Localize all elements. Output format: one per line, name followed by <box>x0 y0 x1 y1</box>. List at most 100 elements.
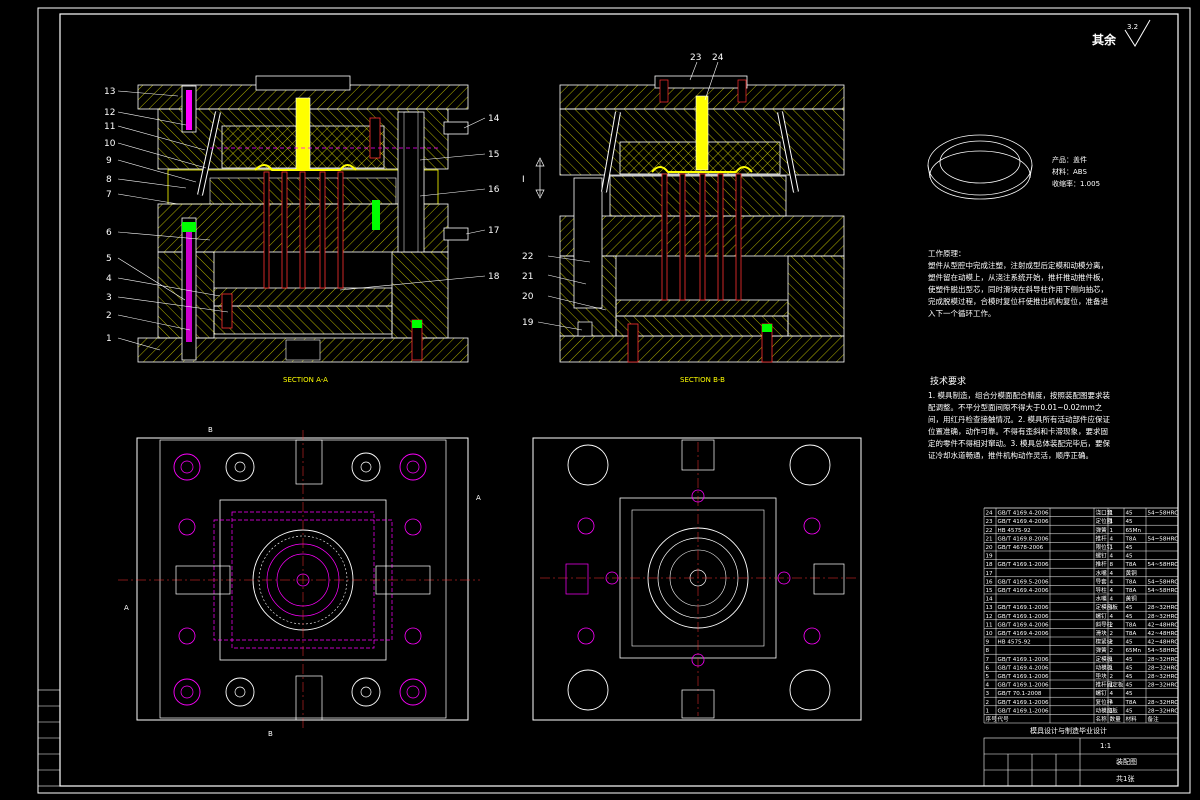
work-principle: 工作原理： 塑件从型腔中完成注塑，注射成型后定模和动模分离，塑件留在动模上，从浇… <box>928 248 1108 320</box>
bom-cell: GB/T 4169.8-2006 <box>998 536 1050 542</box>
bom-cell: 45 <box>1126 554 1134 560</box>
bom-cell: GB/T 4169.1-2006 <box>998 674 1050 680</box>
section-b-view <box>559 75 845 363</box>
svg-text:23: 23 <box>690 53 701 63</box>
bom-cell: 8 <box>986 648 990 654</box>
bom-cell: 动模座板 <box>1096 706 1119 714</box>
bom-cell: GB/T 4169.1-2006 <box>998 683 1050 689</box>
title-drawing: 装配图 <box>1116 757 1137 766</box>
section-a-title: SECTION A-A <box>283 376 328 384</box>
svg-text:24: 24 <box>712 53 724 63</box>
product-material: 材料：ABS <box>1052 167 1087 176</box>
bom-cell: 3 <box>986 691 990 697</box>
bom-cell: GB/T 4169.4-2006 <box>998 665 1050 671</box>
bom-cell: 20 <box>986 545 994 551</box>
cut-marks-left: B B A A <box>124 426 481 738</box>
bom-cell: 定模座板 <box>1096 603 1119 611</box>
bom-cell: 1 <box>1110 511 1114 517</box>
bom-cell: 4 <box>986 683 990 689</box>
bom-header-cell: 备注 <box>1148 715 1160 723</box>
tech-text: 1. 模具制造，组合分模面配合精度，按照装配图要求装配调整。不平分型面间隙不得大… <box>928 391 1111 460</box>
bom-cell: GB/T 4169.1-2006 <box>998 708 1050 714</box>
bom-cell: 12 <box>986 614 993 620</box>
bom-cell: 8 <box>1110 562 1114 568</box>
bom-cell: GB/T 4169.1-2006 <box>998 614 1050 620</box>
svg-text:B: B <box>268 730 273 738</box>
bom-cell: 65Mn <box>1126 648 1142 654</box>
svg-text:15: 15 <box>488 150 499 160</box>
direction-mark: I <box>522 157 545 199</box>
bom-cell: 28~32HRC <box>1148 657 1179 663</box>
bom-cell: GB/T 4169.1-2006 <box>998 605 1050 611</box>
roughness-label: 其余 <box>1092 32 1117 47</box>
bom-cell: 2 <box>1110 648 1114 654</box>
bom-cell: 54~58HRC <box>1148 588 1179 594</box>
bom-cell: 2 <box>986 700 990 706</box>
bom-cell: T8A <box>1125 588 1137 594</box>
bom-cell: 螺钉 <box>1096 612 1108 620</box>
svg-text:6: 6 <box>106 228 112 238</box>
bom-cell: 42~48HRC <box>1148 631 1179 637</box>
svg-text:A: A <box>124 604 129 612</box>
bom-cell: T8A <box>1125 631 1137 637</box>
bom-cell: 16 <box>986 579 994 585</box>
bom-cell: HB 4575-92 <box>998 640 1031 646</box>
bom-cell: T8A <box>1125 700 1137 706</box>
bom-cell: 螺钉 <box>1096 689 1108 697</box>
bom-header-cell: 数量 <box>1110 715 1122 723</box>
bom-cell: 45 <box>1126 640 1134 646</box>
bom-cell: 45 <box>1126 665 1134 671</box>
bom-cell: 15 <box>986 588 994 594</box>
bom-header-cell: 序号 <box>986 715 998 723</box>
bom-cell: GB/T 4169.1-2006 <box>998 657 1050 663</box>
bom-cell: 螺钉 <box>1096 552 1108 560</box>
bom-cell: 1 <box>1110 683 1114 689</box>
bom-cell: 45 <box>1126 511 1134 517</box>
bom-cell: 54~58HRC <box>1148 648 1179 654</box>
bom-cell: 2 <box>1110 674 1114 680</box>
product-sketch <box>927 134 1033 200</box>
bom-cell: 11 <box>986 622 994 628</box>
svg-text:18: 18 <box>488 272 500 282</box>
bom-cell: 45 <box>1126 614 1134 620</box>
bom-cell: 2 <box>1110 640 1114 646</box>
svg-text:12: 12 <box>104 108 115 118</box>
bom-cell: HB 4575-92 <box>998 528 1031 534</box>
svg-text:2: 2 <box>106 311 112 321</box>
bom-cell: 24 <box>986 511 994 517</box>
svg-text:3: 3 <box>106 293 112 303</box>
bom-cell: 1 <box>1110 519 1114 525</box>
bom-cell: T8A <box>1125 622 1137 628</box>
bom-cell: 28~32HRC <box>1148 708 1179 714</box>
work-principle-text: 塑件从型腔中完成注塑，注射成型后定模和动模分离，塑件留在动模上，从浇注系统开始，… <box>928 261 1108 318</box>
bom-cell: 54~58HRC <box>1148 579 1179 585</box>
svg-text:22: 22 <box>522 252 533 262</box>
svg-text:4: 4 <box>106 274 112 284</box>
bom-cell: 滑块 <box>1096 629 1108 637</box>
bom-header-cell: 名称 <box>1096 715 1108 723</box>
svg-text:A: A <box>476 494 481 502</box>
svg-text:16: 16 <box>488 185 500 195</box>
bom-cell: GB/T 4169.1-2006 <box>998 700 1050 706</box>
svg-text:B: B <box>208 426 213 434</box>
svg-text:10: 10 <box>104 139 116 149</box>
bom-cell: 1 <box>986 708 990 714</box>
bom-cell: 14 <box>986 597 994 603</box>
bom-cell: 1 <box>1110 605 1114 611</box>
product-shrink: 收缩率：1.005 <box>1052 179 1100 188</box>
bom-cell: GB/T 4169.4-2006 <box>998 622 1050 628</box>
tech-title: 技术要求 <box>930 375 966 387</box>
bom-cell: 4 <box>1110 597 1114 603</box>
bom-cell: 4 <box>1110 579 1114 585</box>
bom-cell: 4 <box>1110 691 1114 697</box>
bom-cell: 1 <box>1110 657 1114 663</box>
bom-cell: 42~48HRC <box>1148 622 1179 628</box>
roughness-value: 3.2 <box>1127 23 1138 31</box>
bom-cell: 45 <box>1126 691 1134 697</box>
bom-cell: T8A <box>1125 579 1137 585</box>
bom-cell: 1 <box>1110 545 1114 551</box>
bom-cell: GB/T 4169.4-2006 <box>998 519 1050 525</box>
tech-requirements: 1. 模具制造，组合分模面配合精度，按照装配图要求装配调整。不平分型面间隙不得大… <box>928 390 1114 500</box>
bom-cell: 13 <box>986 605 994 611</box>
bom-cell: GB/T 4678-2006 <box>998 545 1044 551</box>
